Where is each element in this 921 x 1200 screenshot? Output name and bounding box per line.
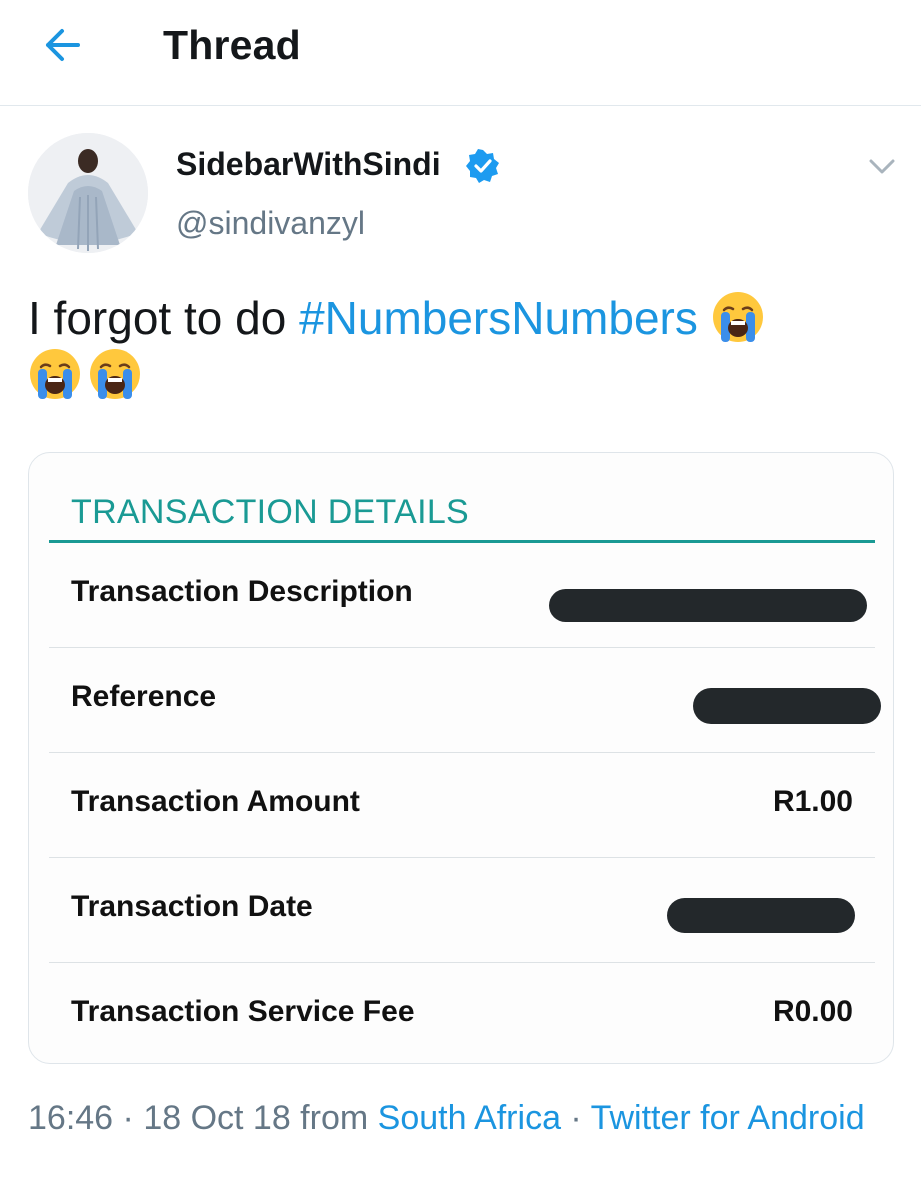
tweet-text-body: I forgot to do bbox=[28, 292, 300, 344]
redacted-value bbox=[549, 589, 867, 622]
more-options-button[interactable] bbox=[866, 153, 898, 181]
chevron-down-icon bbox=[869, 159, 895, 174]
verified-badge-icon bbox=[466, 149, 499, 183]
card-title: TRANSACTION DETAILS bbox=[71, 493, 470, 531]
loudly-crying-face-emoji bbox=[712, 292, 763, 342]
display-name[interactable]: SidebarWithSindi bbox=[176, 146, 441, 183]
row-value: R1.00 bbox=[772, 785, 853, 818]
user-handle[interactable]: @sindivanzyl bbox=[176, 205, 365, 242]
meta-from: from bbox=[290, 1099, 378, 1137]
transaction-row: Transaction Date bbox=[49, 858, 875, 963]
top-bar: Thread bbox=[0, 0, 921, 106]
meta-separator: · bbox=[113, 1099, 144, 1137]
row-value: R0.00 bbox=[772, 995, 853, 1028]
page-title: Thread bbox=[163, 22, 301, 68]
client-link[interactable]: Twitter for Android bbox=[591, 1099, 865, 1137]
redacted-value bbox=[667, 898, 855, 933]
loudly-crying-face-emoji bbox=[30, 349, 80, 399]
meta-separator: · bbox=[560, 1099, 591, 1137]
transaction-row: Transaction Service Fee R0.00 bbox=[49, 963, 875, 1063]
back-arrow-icon bbox=[46, 29, 80, 61]
loudly-crying-face-emoji bbox=[90, 349, 140, 399]
avatar[interactable] bbox=[28, 133, 148, 253]
row-label: Transaction Description bbox=[71, 575, 413, 608]
transaction-row: Transaction Amount R1.00 bbox=[49, 753, 875, 858]
media-card[interactable]: TRANSACTION DETAILS Transaction Descript… bbox=[28, 452, 894, 1064]
redacted-value bbox=[693, 688, 881, 724]
hashtag-link[interactable]: #NumbersNumbers bbox=[299, 292, 698, 344]
tweet-text: I forgot to do #NumbersNumbers bbox=[28, 290, 898, 404]
avatar-image bbox=[28, 133, 148, 253]
tweet-metadata: 16:46 · 18 Oct 18 from South Africa · Tw… bbox=[28, 1095, 898, 1141]
location-link[interactable]: South Africa bbox=[378, 1099, 561, 1137]
transaction-row: Transaction Description bbox=[49, 543, 875, 648]
row-label: Transaction Date bbox=[71, 890, 313, 923]
row-label: Reference bbox=[71, 680, 217, 713]
tweet-date: 18 Oct 18 bbox=[143, 1099, 291, 1137]
row-label: Transaction Amount bbox=[71, 785, 360, 818]
back-button[interactable] bbox=[36, 22, 88, 68]
transaction-row: Reference bbox=[49, 648, 881, 753]
tweet-time: 16:46 bbox=[28, 1099, 114, 1137]
row-label: Transaction Service Fee bbox=[71, 995, 415, 1028]
